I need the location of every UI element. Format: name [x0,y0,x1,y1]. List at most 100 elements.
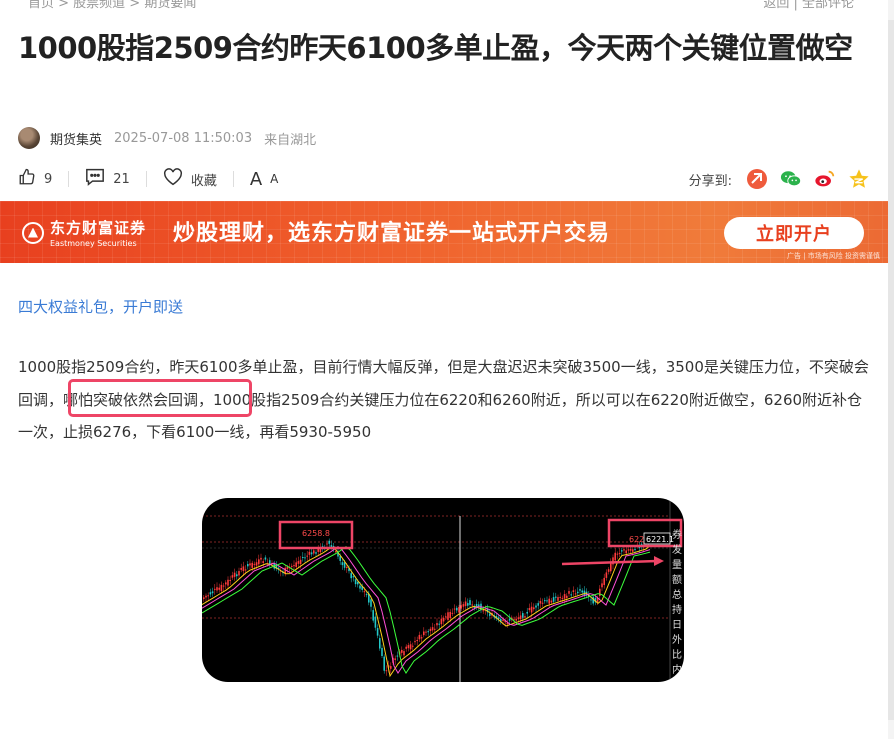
candle-body [577,591,579,594]
candle-body [203,597,205,600]
candle-body [363,591,366,593]
wechat-icon[interactable] [780,168,802,190]
candle-body [508,618,511,621]
candle-body [416,640,418,642]
candle-body [341,562,344,566]
candle-body [376,628,379,636]
candle-body [445,616,447,618]
thumbs-up-icon [18,168,36,190]
candle-body [381,647,383,657]
candle-body [374,616,377,628]
candle-body [502,619,504,621]
divider [145,171,147,187]
qzone-star-icon[interactable] [848,168,870,190]
candle-body [467,603,469,606]
promo-link[interactable]: 四大权益礼包，开户即送 [18,296,183,317]
candle-body [262,561,264,563]
candle-body [383,656,385,671]
author-name[interactable]: 期货集英 [50,129,102,148]
favorite-label: 收藏 [190,173,217,189]
ad-disclaimer: 广告 | 市场有风险 投资需谨慎 [786,252,880,260]
candle-body [211,591,214,594]
candle-body [623,549,625,551]
candle-body [315,552,317,554]
candle-body [440,618,443,625]
candle-body [451,612,454,614]
scrollbar[interactable] [888,0,894,739]
comment-count: 21 [113,171,130,187]
scrollbar-thumb[interactable] [888,20,894,720]
article-title: 1000股指2509合约昨天6100多单止盈，今天两个关键位置做空 [18,31,853,65]
candle-body [471,604,473,606]
share-feed-icon[interactable] [746,168,768,190]
comment-button[interactable]: 21 [85,168,130,190]
candle-body [464,601,467,606]
candle-body [390,666,392,669]
candle-body [519,615,522,620]
divider [232,171,234,187]
candle-body [260,557,262,560]
candle-body [462,604,465,607]
ad-banner[interactable]: 东方财富证券 Eastmoney Securities 炒股理财，选东方财富证券… [0,201,888,263]
avatar[interactable] [18,127,40,149]
candle-body [539,600,542,604]
weibo-icon[interactable] [814,168,836,190]
candle-body [541,602,544,604]
side-panel-char: 券 [672,528,682,541]
candle-body [304,557,306,559]
candle-body [599,588,601,596]
candle-body [530,606,533,613]
candle-body [225,582,227,585]
candle-body [438,623,440,625]
candle-body [214,588,216,590]
candle-body [313,550,315,554]
candle-body [231,575,234,578]
candle-body [517,617,520,620]
like-button[interactable]: 9 [18,168,52,190]
candle-body [227,579,229,586]
candle-body [240,568,242,570]
candle-body [242,566,245,572]
candle-body [264,557,267,560]
candle-body [566,595,568,598]
candle-body [568,591,570,594]
side-panel-char: 内 [672,663,682,676]
candle-body [350,573,352,579]
candle-body [295,562,297,567]
banner-slogan: 炒股理财，选东方财富证券一站式开户交易 [173,221,611,246]
side-panel-char: 发 [672,543,682,556]
candle-body [544,600,546,602]
candle-body [557,597,559,601]
candle-body [396,655,399,657]
candle-body [533,607,535,610]
candle-body [629,548,632,551]
arrow-head [654,556,664,566]
candle-body [258,559,260,565]
candle-body [618,552,621,554]
candle-body [482,610,484,612]
candle-body [233,572,236,577]
candle-body [352,576,355,578]
candle-body [449,611,451,618]
candle-body [365,594,368,596]
candle-body [627,549,630,551]
heart-icon [163,168,183,190]
candle-body [425,631,427,633]
candle-body [299,559,302,565]
candle-body [436,623,438,626]
favorite-button[interactable]: 收藏 [163,168,217,190]
candle-body [209,592,212,595]
candle-body [625,550,627,554]
candle-body [414,641,416,643]
candle-body [244,569,247,571]
candle-body [218,587,220,590]
candle-body [247,564,249,567]
breadcrumb[interactable]: 首页 > 股票频道 > 期货要闻 [28,0,196,11]
top-right-links[interactable]: 返回 | 全部评论 [763,0,854,11]
candle-body [458,606,460,613]
candle-body [394,658,396,660]
font-size-button[interactable]: AA [250,169,279,190]
open-account-button[interactable]: 立即开户 [724,217,864,249]
candle-body [456,607,458,611]
candle-body [621,550,623,552]
